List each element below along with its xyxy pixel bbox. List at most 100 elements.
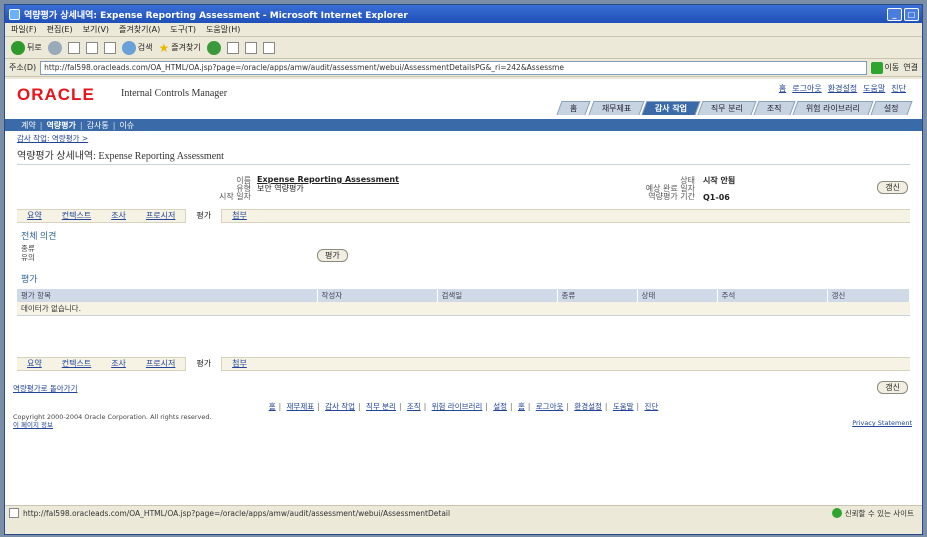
subtab-procedures[interactable]: 프로시저: [136, 209, 185, 223]
maximize-button[interactable]: □: [904, 7, 919, 21]
tab-risk-library[interactable]: 위험 라이브러리: [792, 101, 874, 115]
subtab-survey-bottom[interactable]: 조사: [101, 357, 136, 371]
tab-segregation[interactable]: 직무 분리: [697, 101, 758, 115]
page-icon: [9, 508, 19, 518]
media-icon[interactable]: [206, 40, 221, 55]
footer-link-home[interactable]: 홈: [269, 402, 276, 411]
overall-line-note: 유의: [21, 253, 35, 262]
privacy-statement-link[interactable]: Privacy Statement: [852, 419, 912, 427]
period-value: Q1-06: [703, 193, 730, 202]
menu-favorites[interactable]: 즐겨찾기(A): [119, 24, 160, 35]
subtab-attachments-bottom[interactable]: 첨부: [222, 357, 257, 371]
nav-issues[interactable]: 이슈: [119, 120, 134, 131]
tab-setup[interactable]: 설정: [870, 101, 913, 115]
menu-file[interactable]: 파일(F): [11, 24, 37, 35]
search-icon: [121, 40, 136, 55]
footer-link-home-2[interactable]: 홈: [518, 402, 525, 411]
refresh-icon[interactable]: [85, 41, 98, 54]
global-link-home[interactable]: 홈: [779, 83, 786, 94]
subtab-summary-bottom[interactable]: 요약: [17, 357, 52, 371]
return-to-assessment-link[interactable]: 역량평가로 돌아가기: [13, 383, 77, 394]
nav-audit[interactable]: 감사통: [87, 120, 109, 131]
detail-subtabs-bottom: 요약 컨텍스트 조사 프로시저 평가 첨부: [17, 357, 910, 371]
check-icon: [831, 508, 842, 518]
favorites-button[interactable]: ★ 즐겨찾기: [158, 41, 200, 55]
links-label[interactable]: 연결: [903, 62, 918, 73]
address-input[interactable]: http://fal598.oracleads.com/OA_HTML/OA.j…: [40, 60, 867, 75]
title-bar: 역량평가 상세내역: Expense Reporting Assessment …: [5, 5, 922, 23]
history-icon[interactable]: [226, 41, 239, 54]
nav-assessment[interactable]: 역량평가: [46, 120, 75, 131]
address-bar: 주소(D) http://fal598.oracleads.com/OA_HTM…: [5, 59, 922, 77]
sub-navigation: 계약 | 역량평가 | 감사통 | 이슈: [5, 119, 922, 131]
footer-link-help[interactable]: 도움말: [613, 402, 634, 411]
footer-link-setup[interactable]: 설정: [493, 402, 507, 411]
page-title: 역량평가 상세내역: Expense Reporting Assessment: [17, 147, 910, 165]
home-icon[interactable]: [103, 41, 116, 54]
app-header: ORACLE Internal Controls Manager 홈 로그아웃 …: [5, 79, 922, 119]
page-content: ORACLE Internal Controls Manager 홈 로그아웃 …: [5, 79, 922, 520]
global-link-preferences[interactable]: 환경설정: [828, 83, 857, 94]
evaluation-heading: 평가: [21, 274, 38, 284]
subtab-evaluation-bottom[interactable]: 평가: [185, 357, 223, 371]
menu-view[interactable]: 보기(V): [83, 24, 109, 35]
stop-icon[interactable]: [67, 41, 80, 54]
subtab-survey[interactable]: 조사: [101, 209, 136, 223]
mail-icon[interactable]: [244, 41, 257, 54]
overall-line-kind: 종류: [21, 244, 35, 253]
minimize-button[interactable]: _: [887, 7, 902, 21]
subtab-context-bottom[interactable]: 컨텍스트: [52, 357, 101, 371]
about-page-link[interactable]: 이 페이지 정보: [13, 421, 212, 429]
copyright: Copyright 2000-2004 Oracle Corporation. …: [13, 413, 212, 429]
search-button[interactable]: 검색: [121, 40, 152, 55]
col-eval-item: 평가 항목: [17, 289, 318, 302]
global-links: 홈 로그아웃 환경설정 도움말 진단: [779, 83, 906, 94]
menu-bar: 파일(F) 편집(E) 보기(V) 즐겨찾기(A) 도구(T) 도움말(H): [5, 23, 922, 37]
copyright-text: Copyright 2000-2004 Oracle Corporation. …: [13, 413, 212, 421]
ie-icon: [9, 8, 20, 20]
footer-link-segregation[interactable]: 직무 분리: [366, 402, 396, 411]
menu-edit[interactable]: 편집(E): [47, 24, 73, 35]
table-row: 데이터가 없습니다.: [17, 302, 910, 316]
evaluation-section: 평가: [21, 272, 906, 285]
footer-link-logout[interactable]: 로그아웃: [536, 402, 564, 411]
subtab-context[interactable]: 컨텍스트: [52, 209, 101, 223]
footer-link-financial[interactable]: 재무제표: [287, 402, 315, 411]
tab-audit-work[interactable]: 감사 작업: [641, 101, 702, 115]
subtab-summary[interactable]: 요약: [17, 209, 52, 223]
overall-opinion-heading: 전체 의견: [21, 231, 57, 241]
footer-link-diagnostics[interactable]: 진단: [644, 402, 658, 411]
subtab-procedures-bottom[interactable]: 프로시저: [136, 357, 185, 371]
menu-tools[interactable]: 도구(T): [170, 24, 196, 35]
tab-organization[interactable]: 조직: [753, 101, 796, 115]
global-link-help[interactable]: 도움말: [863, 83, 885, 94]
evaluate-button[interactable]: 평가: [317, 249, 348, 262]
footer-link-preferences[interactable]: 환경설정: [574, 402, 602, 411]
footer-link-audit[interactable]: 감사 작업: [325, 402, 355, 411]
footer-link-organization[interactable]: 조직: [407, 402, 421, 411]
subtab-evaluation[interactable]: 평가: [185, 209, 223, 223]
col-kind: 종류: [557, 289, 638, 302]
status-url: http://fal598.oracleads.com/OA_HTML/OA.j…: [23, 508, 451, 518]
global-link-diagnostics[interactable]: 진단: [891, 83, 906, 94]
tab-home[interactable]: 홈: [556, 101, 592, 115]
breadcrumb[interactable]: 감사 작업: 역량평가 >: [5, 133, 922, 143]
print-icon[interactable]: [262, 41, 275, 54]
tab-financial-statements[interactable]: 재무제표: [588, 101, 645, 115]
overall-opinion-section: 전체 의견 종류 유의: [21, 229, 906, 262]
star-icon: ★: [158, 40, 170, 55]
menu-help[interactable]: 도움말(H): [206, 24, 240, 35]
col-status: 상태: [637, 289, 718, 302]
nav-contract[interactable]: 계약: [21, 120, 36, 131]
back-arrow-icon: [11, 40, 25, 55]
footer-link-risk[interactable]: 위험 라이브러리: [432, 402, 483, 411]
subtab-attachments[interactable]: 첨부: [222, 209, 257, 223]
go-button[interactable]: 이동: [870, 61, 899, 74]
col-update: 갱신: [827, 289, 910, 302]
global-link-logout[interactable]: 로그아웃: [792, 83, 821, 94]
forward-arrow-icon[interactable]: [47, 40, 62, 55]
back-button[interactable]: 뒤로: [11, 40, 42, 55]
update-button-bottom[interactable]: 갱신: [877, 381, 908, 394]
col-author: 작성자: [317, 289, 438, 302]
security-zone: 신뢰할 수 있는 사이트: [831, 508, 922, 519]
